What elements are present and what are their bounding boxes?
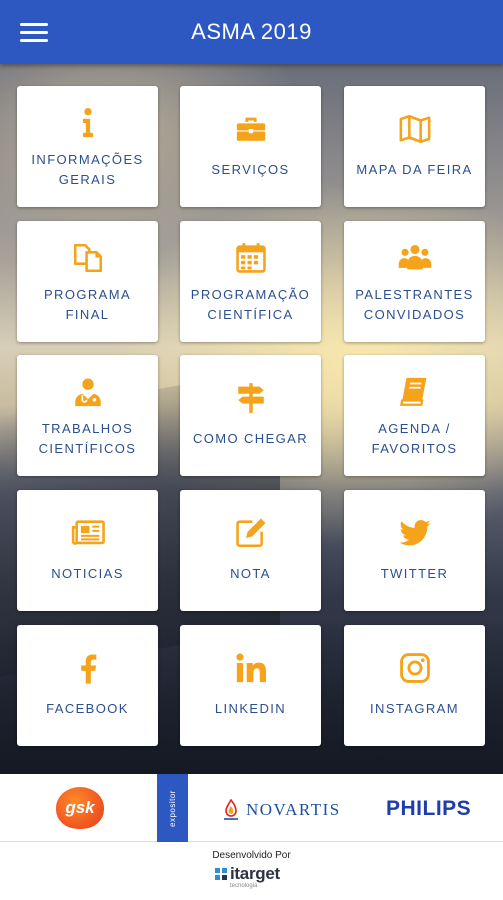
philips-logo[interactable]: PHILIPS [386, 797, 471, 821]
footer: Desenvolvido Por itarget tecnologia [0, 842, 503, 900]
users-icon [396, 239, 434, 277]
copy-icon [69, 239, 107, 277]
facebook-icon [69, 649, 107, 687]
tile-label: INSTAGRAM [370, 701, 459, 716]
tile-como-chegar[interactable]: COMO CHEGAR [180, 355, 321, 476]
tile-label: LINKEDIN [214, 701, 287, 716]
app-title: ASMA 2019 [191, 19, 312, 44]
tile-label: PROGRAMAÇÃO CIENTÍFICA [190, 287, 311, 322]
gsk-logo-text: gsk [65, 798, 95, 817]
novartis-logo-text: NOVARTIS [246, 800, 341, 819]
tile-label: MAPA DA FEIRA [356, 162, 473, 177]
gsk-logo[interactable]: gsk [56, 787, 104, 829]
tile-twitter[interactable]: TWITTER [344, 490, 485, 611]
tile-instagram[interactable]: INSTAGRAM [344, 625, 485, 746]
tile-label: FACEBOOK [46, 701, 129, 716]
developed-by-label: Desenvolvido Por [212, 850, 291, 861]
calendar-icon [232, 239, 270, 277]
tile-facebook[interactable]: FACEBOOK [17, 625, 158, 746]
tile-programa-final[interactable]: PROGRAMA FINAL [17, 221, 158, 342]
tile-mapa-da-feira[interactable]: MAPA DA FEIRA [344, 86, 485, 207]
tile-label: COMO CHEGAR [192, 431, 309, 446]
tile-agenda-favoritos[interactable]: AGENDA / FAVORITOS [344, 355, 485, 476]
briefcase-icon [232, 110, 270, 148]
tile-label: PROGRAMA FINAL [43, 287, 132, 322]
itarget-logo[interactable]: itarget tecnologia [214, 864, 280, 889]
sponsor-bar: gsk expositor NOVARTIS PHILIPS [0, 774, 503, 842]
twitter-icon [396, 514, 434, 552]
app-bar: ASMA 2019 [0, 0, 503, 64]
tile-nota[interactable]: NOTA [180, 490, 321, 611]
tile-label: INFORMAÇÕES GERAIS [31, 152, 144, 187]
itarget-logo-text: itarget [230, 864, 280, 883]
itarget-logo-subtext: tecnologia [230, 883, 258, 889]
tile-label: TRABALHOS CIENTÍFICOS [38, 421, 137, 456]
instagram-icon [396, 649, 434, 687]
signpost-icon [232, 379, 270, 417]
info-icon [69, 104, 107, 142]
book-icon [396, 373, 434, 411]
tile-label: NOTA [230, 566, 271, 581]
tile-palestrantes-convidados[interactable]: PALESTRANTES CONVIDADOS [344, 221, 485, 342]
expositor-badge: expositor [157, 774, 188, 842]
novartis-logo[interactable]: NOVARTIS [222, 798, 341, 822]
edit-icon [232, 514, 270, 552]
tile-noticias[interactable]: NOTICIAS [17, 490, 158, 611]
tile-label: TWITTER [380, 566, 449, 581]
linkedin-icon [232, 649, 270, 687]
tile-label: SERVIÇOS [211, 162, 290, 177]
tile-linkedin[interactable]: LINKEDIN [180, 625, 321, 746]
expositor-label: expositor [168, 789, 177, 827]
newspaper-icon [69, 514, 107, 552]
tile-trabalhos-cientificos[interactable]: TRABALHOS CIENTÍFICOS [17, 355, 158, 476]
itarget-mark-icon [215, 868, 227, 880]
tile-label: NOTICIAS [51, 566, 124, 581]
tile-label: PALESTRANTES CONVIDADOS [355, 287, 474, 322]
map-icon [396, 110, 434, 148]
tile-informacoes-gerais[interactable]: INFORMAÇÕES GERAIS [17, 86, 158, 207]
tile-servicos[interactable]: SERVIÇOS [180, 86, 321, 207]
doctor-icon [69, 373, 107, 411]
tile-label: AGENDA / FAVORITOS [371, 421, 458, 456]
novartis-flame-icon [224, 799, 238, 820]
tile-programacao-cientifica[interactable]: PROGRAMAÇÃO CIENTÍFICA [180, 221, 321, 342]
